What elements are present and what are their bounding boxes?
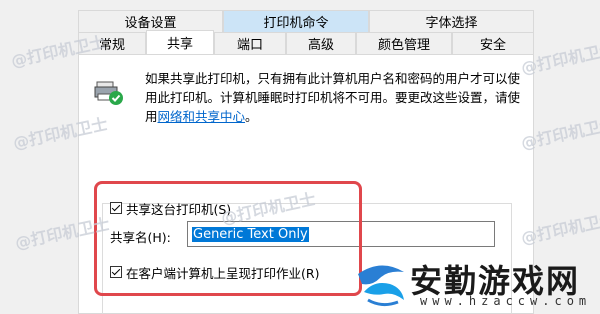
highlight-annotation	[94, 181, 362, 296]
description-suffix: 。	[245, 109, 258, 124]
tab-ports[interactable]: 端口	[214, 32, 286, 54]
tab-advanced[interactable]: 高级	[286, 32, 356, 54]
network-sharing-center-link[interactable]: 网络和共享中心	[158, 109, 246, 124]
printer-properties-dialog: 设备设置 打印机命令 字体选择 常规 共享 端口 高级 颜色管理 安全 如果共享…	[0, 0, 600, 314]
tab-sharing[interactable]: 共享	[146, 30, 214, 54]
sharing-description: 如果共享此打印机，只有拥有此计算机用户名和密码的用户才可以使用此打印机。计算机睡…	[145, 69, 525, 126]
tab-color-management[interactable]: 颜色管理	[356, 32, 452, 54]
tab-font-selection[interactable]: 字体选择	[369, 10, 534, 32]
tab-row-bottom: 常规 共享 端口 高级 颜色管理 安全	[78, 30, 534, 54]
site-brand: 安勤游戏网 www.hzaccw.com	[354, 256, 594, 312]
shared-printer-icon	[94, 81, 123, 105]
tab-row-top: 设备设置 打印机命令 字体选择	[78, 10, 534, 32]
brand-logo-icon	[358, 265, 404, 307]
dialog-top-edge	[78, 0, 534, 10]
tab-security[interactable]: 安全	[452, 32, 534, 54]
brand-url: www.hzaccw.com	[420, 294, 592, 308]
tab-printer-commands[interactable]: 打印机命令	[223, 10, 369, 32]
